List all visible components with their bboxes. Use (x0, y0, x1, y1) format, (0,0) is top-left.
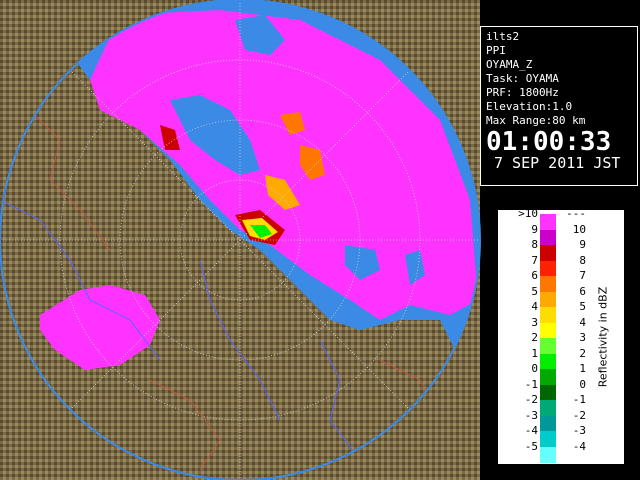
legend-swatch (540, 214, 556, 230)
legend-lower-label: 5 (531, 284, 538, 298)
legend-swatch (540, 322, 556, 339)
legend-upper-label: 0 (579, 377, 586, 391)
legend-upper-label: 8 (579, 253, 586, 267)
legend-upper-label: 7 (579, 269, 586, 282)
legend-swatch (540, 260, 556, 277)
legend-swatch (540, 431, 556, 447)
legend-swatch (540, 276, 556, 292)
legend-upper-label: -2 (572, 408, 586, 422)
legend-swatch (540, 446, 556, 463)
legend-lower-label: -5 (524, 439, 538, 453)
legend-swatch (540, 353, 556, 370)
legend-swatch (540, 384, 556, 401)
legend-lower-label: 4 (531, 300, 538, 313)
legend-lower-label: >10 (518, 207, 538, 220)
prf-label: PRF: 1800Hz (486, 86, 559, 99)
legend-row: -5 -4 (498, 440, 624, 463)
legend-upper-label: 6 (579, 284, 586, 298)
legend-lower-label: 3 (531, 315, 538, 329)
legend-swatch (540, 400, 556, 416)
legend-upper-label: 1 (579, 362, 586, 375)
legend-upper-label: -4 (572, 439, 586, 453)
observation-date: 7 SEP 2011 JST (494, 154, 621, 172)
legend-upper-label: 5 (579, 300, 586, 313)
legend-swatch (540, 229, 556, 246)
legend-lower-label: 9 (531, 222, 538, 236)
legend-lower-label: -2 (524, 393, 538, 406)
legend-upper-label: --- (566, 207, 586, 220)
legend-swatch (540, 415, 556, 432)
legend-swatch (540, 369, 556, 385)
site-name: ilts2 (486, 30, 520, 43)
legend-lower-label: -3 (524, 408, 538, 422)
legend-swatch (540, 338, 556, 354)
legend-upper-label: -1 (572, 393, 586, 406)
legend-upper-label: -3 (572, 424, 586, 437)
variable-name: OYAMA_Z (486, 58, 533, 71)
legend-upper-label: 10 (572, 222, 586, 236)
legend-lower-label: 2 (531, 331, 538, 344)
legend-upper-label: 9 (579, 238, 586, 251)
product-type: PPI (486, 44, 506, 57)
legend-swatch (540, 307, 556, 323)
legend-upper-label: 3 (579, 331, 586, 344)
legend-lower-label: 7 (531, 253, 538, 267)
info-panel: ilts2 PPI OYAMA_Z Task: OYAMA PRF: 1800H… (480, 26, 638, 186)
legend-lower-label: 1 (531, 346, 538, 360)
max-range-label: Max Range:80 km (486, 114, 586, 127)
task-label: Task: OYAMA (486, 72, 559, 85)
legend-upper-label: 4 (579, 315, 586, 329)
legend-swatch (540, 245, 556, 261)
observation-time: 01:00:33 (486, 127, 612, 157)
legend-lower-label: 8 (531, 238, 538, 251)
legend-lower-label: 0 (531, 362, 538, 375)
legend-lower-label: 6 (531, 269, 538, 282)
legend-upper-label: 2 (579, 346, 586, 360)
legend-lower-label: -1 (524, 377, 538, 391)
legend-lower-label: -4 (524, 424, 538, 437)
elevation-label: Elevation:1.0 (486, 100, 573, 113)
color-legend: Reflectivity in dBZ >10 --- 9 10 8 9 7 8 6 7 5 6 4 5 3… (498, 207, 624, 464)
legend-swatch (540, 291, 556, 308)
